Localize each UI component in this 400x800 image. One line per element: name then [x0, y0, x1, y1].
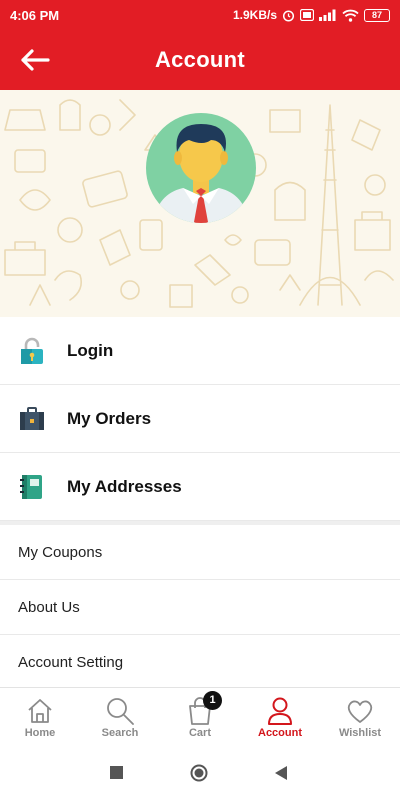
battery-indicator: 87 — [364, 8, 390, 22]
cart-count-badge: 1 — [203, 691, 222, 710]
page-title: Account — [154, 47, 246, 72]
back-button[interactable] — [18, 44, 52, 76]
back-triangle-icon[interactable] — [272, 764, 290, 782]
alarm-icon — [282, 9, 295, 22]
nav-search[interactable]: Search — [80, 688, 160, 745]
nav-wishlist[interactable]: Wishlist — [320, 688, 400, 745]
briefcase-icon — [20, 406, 44, 430]
menu-item-login[interactable]: Login — [0, 317, 400, 385]
nav-home[interactable]: Home — [0, 688, 80, 745]
nav-label: Wishlist — [338, 727, 382, 739]
home-icon — [28, 699, 52, 723]
profile-banner — [0, 90, 400, 317]
menu-item-account-setting[interactable]: Account Setting — [0, 635, 400, 690]
menu-item-my-orders[interactable]: My Orders — [0, 385, 400, 453]
app-bar: Account — [0, 30, 400, 90]
nav-label: Home — [24, 727, 56, 739]
address-book-icon — [20, 474, 42, 499]
net-speed: 1.9KB/s — [232, 8, 277, 22]
status-indicators: 1.9KB/s 87 — [233, 8, 390, 22]
nav-label: Cart — [188, 727, 211, 739]
signal-icon — [319, 9, 336, 21]
person-icon — [268, 697, 292, 725]
nav-cart[interactable]: 1 Cart — [160, 688, 240, 745]
nav-label: Account — [258, 727, 302, 739]
heart-icon — [347, 700, 373, 723]
system-navigation-bar — [0, 745, 400, 800]
bottom-navigation: Home Search 1 Cart Account Wishlist — [0, 687, 400, 745]
search-icon — [107, 698, 134, 725]
status-time: 4:06 PM — [10, 7, 60, 23]
status-bar: 4:06 PM 1.9KB/s 87 — [0, 0, 400, 30]
nav-label: Search — [101, 727, 139, 739]
nav-account[interactable]: Account — [240, 688, 320, 745]
menu-item-label: My Orders — [67, 408, 152, 428]
home-circle-icon[interactable] — [190, 764, 208, 782]
user-avatar-icon — [146, 113, 256, 223]
volte-icon — [300, 9, 314, 21]
menu-item-label: Login — [67, 340, 114, 360]
menu-item-about-us[interactable]: About Us — [0, 580, 400, 635]
menu-item-my-addresses[interactable]: My Addresses — [0, 453, 400, 521]
wifi-icon — [342, 9, 359, 22]
lock-icon — [21, 337, 43, 364]
account-menu: Login My Orders My Addresses My Coupons … — [0, 317, 400, 690]
menu-item-my-coupons[interactable]: My Coupons — [0, 525, 400, 580]
arrow-left-icon — [21, 49, 50, 71]
recents-square-icon[interactable] — [108, 764, 126, 782]
menu-item-label: My Addresses — [67, 476, 182, 496]
